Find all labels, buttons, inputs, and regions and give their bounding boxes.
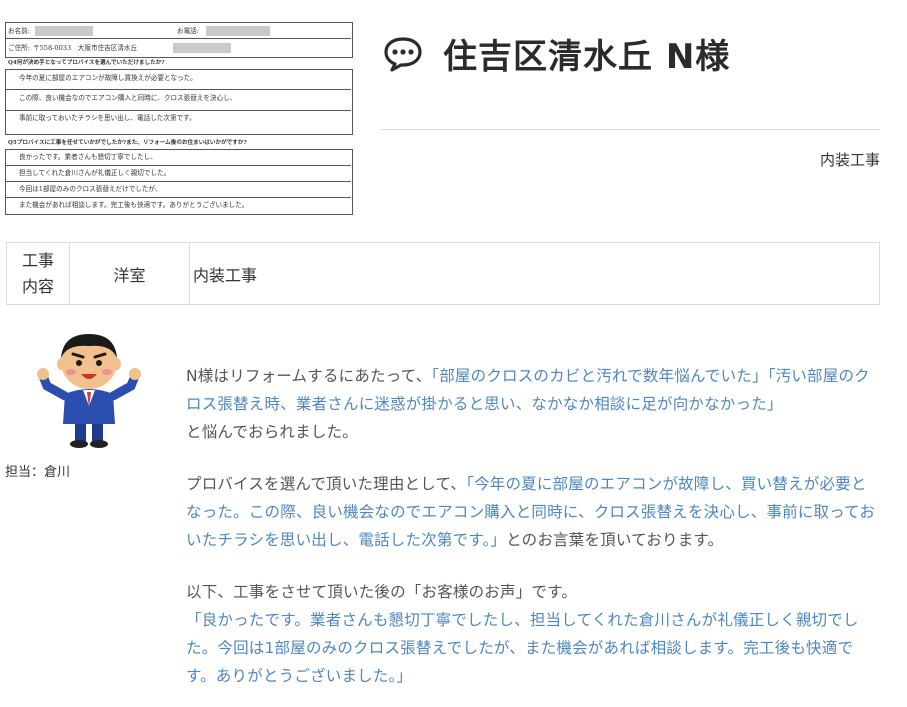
customer-survey-scan: お名前: お電話: ご住所: 〒558-0033 大阪市住吉区清水丘 Q4何が決… [5,22,353,215]
redacted-address [173,43,231,53]
customer-voice-quote: 「良かったです。業者さんも懇切丁寧でしたし、担当してくれた倉川さんが礼儀正しく親… [186,611,859,685]
paragraph-2: プロバイスを選んで頂いた理由として、「今年の夏に部屋のエアコンが故障し、買い替え… [186,470,880,554]
paragraph-1-suffix: と悩んでおられました。 [186,423,358,441]
construction-info-table: 工事内容 洋室 内装工事 [6,242,880,305]
answer-1-line-1: 今年の夏に部屋のエアコンが故障し買換えが必要となった。 [19,74,197,82]
answer-rule [5,110,351,111]
staff-avatar [37,334,141,448]
answer-rule [5,197,351,198]
page-title-row: 住吉区清水丘 N様 [383,26,730,80]
answer-2-line-3: 今回は1部屋のみのクロス張替えだけでしたが、 [19,185,162,193]
work-description-cell: 内装工事 [189,242,880,305]
survey-question-2: Q5プロバイスに工事を任せていかがでしたか?また、リフォーム後のお住まいはいかが… [8,140,247,146]
page-title: 住吉区清水丘 N様 [443,36,731,77]
answer-rule [5,89,351,90]
address-text: 〒558-0033 大阪市住吉区清水丘 [33,44,138,52]
answer-2-line-2: 担当してくれた倉川さんが礼儀正しく親切でした。 [19,169,171,177]
redacted-phone [206,26,270,36]
answer-1-line-2: この際、良い機会なのでエアコン購入と同時に、クロス張替えを決心し、 [19,94,237,102]
table-header-cell: 工事内容 [6,242,70,305]
address-label: ご住所: [8,44,31,52]
table-row: 工事内容 洋室 内装工事 [6,242,880,305]
staff-label: 担当：倉川 [5,465,71,480]
answer-1-line-3: 事前に取っておいたチラシを思い出し、電話した次第です。 [19,114,196,122]
testimonial-body: N様はリフォームするにあたって、「部屋のクロスのカビと汚れで数年悩んでいた」「汚… [186,362,880,690]
answer-rule [5,165,351,166]
chat-bubble-icon [384,37,422,72]
phone-label: お電話: [177,27,200,35]
answer-rule [5,181,351,182]
answer-2-line-4: また機会があれば相談します。完工後も快適です。ありがとうございました。 [19,201,249,209]
table-header-label: 工事内容 [21,250,54,296]
survey-divider [5,38,351,39]
paragraph-2-suffix: とのお言葉を頂いております。 [506,531,724,549]
paragraph-2-prefix: プロバイスを選んで頂いた理由として、 [186,475,467,493]
paragraph-1-prefix: N様はリフォームするにあたって、 [186,367,432,385]
redacted-name [35,26,93,36]
name-label: お名前: [8,27,31,35]
paragraph-3: 以下、工事をさせて頂いた後の「お客様のお声」です。 「良かったです。業者さんも懇… [186,578,880,690]
category-label: 内装工事 [819,151,880,169]
paragraph-3-intro: 以下、工事をさせて頂いた後の「お客様のお声」です。 [186,583,577,601]
answer-2-line-1: 良かったです。業者さんも懇切丁寧でしたし、 [19,153,157,161]
paragraph-1: N様はリフォームするにあたって、「部屋のクロスのカビと汚れで数年悩んでいた」「汚… [186,362,880,446]
survey-question-1: Q4何が決め手となってプロバイスを選んでいただけましたか? [8,60,165,66]
title-divider [381,129,880,130]
room-cell: 洋室 [69,242,190,305]
